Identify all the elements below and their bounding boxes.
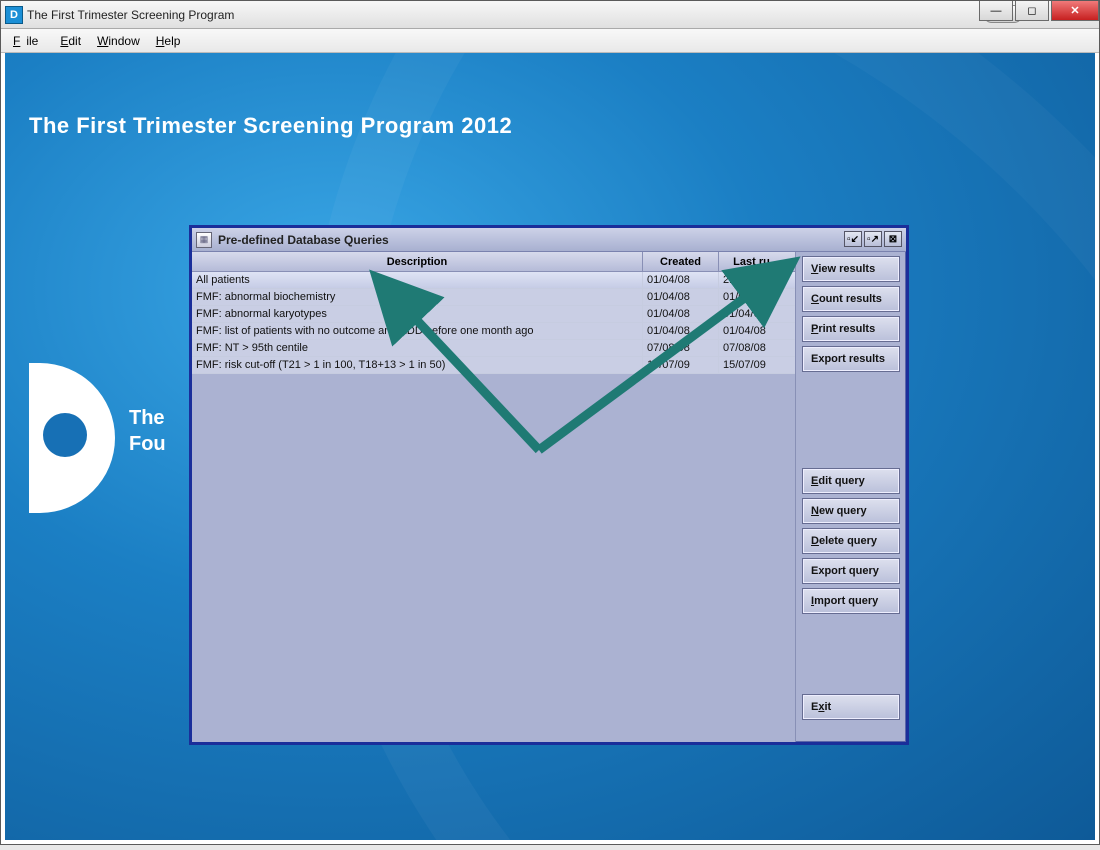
outer-titlebar: D The First Trimester Screening Program …	[1, 1, 1099, 29]
logo-text: The Fou	[129, 405, 166, 457]
cell-created: 01/04/08	[643, 323, 719, 339]
inner-close-icon[interactable]: ⊠	[884, 231, 902, 247]
minimize-button[interactable]: —	[979, 1, 1013, 21]
inner-window-icon: ▦	[196, 232, 212, 248]
cell-created: 01/04/08	[643, 289, 719, 305]
new-query-button[interactable]: New query	[802, 498, 900, 524]
col-created[interactable]: Created	[643, 252, 719, 271]
cell-description: FMF: NT > 95th centile	[192, 340, 643, 356]
close-button[interactable]: ✕	[1051, 1, 1099, 21]
logo-text-line2: Fou	[129, 431, 166, 457]
inner-window-title: Pre-defined Database Queries	[218, 233, 389, 247]
export-results-button[interactable]: Export results	[802, 346, 900, 372]
cell-description: FMF: list of patients with no outcome an…	[192, 323, 643, 339]
table-row[interactable]: FMF: NT > 95th centile07/08/0807/08/08	[192, 340, 795, 357]
table-header: Description Created Last ru…	[192, 252, 795, 272]
inner-body: Description Created Last ru… All patient…	[192, 252, 906, 742]
logo: The Fou	[29, 363, 115, 513]
table-row[interactable]: FMF: abnormal karyotypes01/04/0801/04/08	[192, 306, 795, 323]
table-row[interactable]: All patients01/04/0821/05/15	[192, 272, 795, 289]
inner-maximize-icon[interactable]: ▫↗	[864, 231, 882, 247]
window-controls: — ◻ ✕	[979, 1, 1099, 21]
table-row[interactable]: FMF: risk cut-off (T21 > 1 in 100, T18+1…	[192, 357, 795, 374]
inner-window-controls: ▫↙ ▫↗ ⊠	[844, 231, 902, 247]
print-results-button[interactable]: Print results	[802, 316, 900, 342]
count-results-button[interactable]: Count results	[802, 286, 900, 312]
table-body: All patients01/04/0821/05/15FMF: abnorma…	[192, 272, 795, 374]
window-title: The First Trimester Screening Program	[27, 8, 234, 22]
cell-last-run: 01/04/08	[719, 289, 795, 305]
inner-minimize-icon[interactable]: ▫↙	[844, 231, 862, 247]
edit-query-button[interactable]: Edit query	[802, 468, 900, 494]
button-column: View results Count results Print results…	[796, 252, 906, 742]
cell-description: FMF: risk cut-off (T21 > 1 in 100, T18+1…	[192, 357, 643, 373]
logo-text-line1: The	[129, 405, 166, 431]
menu-window[interactable]: Window	[91, 32, 146, 50]
menu-edit[interactable]: Edit	[54, 32, 87, 50]
table-row[interactable]: FMF: abnormal biochemistry01/04/0801/04/…	[192, 289, 795, 306]
application-window: D The First Trimester Screening Program …	[0, 0, 1100, 845]
cell-last-run: 21/05/15	[719, 272, 795, 288]
cell-created: 07/08/08	[643, 340, 719, 356]
delete-query-button[interactable]: Delete query	[802, 528, 900, 554]
cell-last-run: 15/07/09	[719, 357, 795, 373]
page-title: The First Trimester Screening Program 20…	[29, 113, 512, 139]
app-icon: D	[5, 6, 23, 24]
cell-created: 01/04/08	[643, 306, 719, 322]
cell-description: FMF: abnormal karyotypes	[192, 306, 643, 322]
cell-description: All patients	[192, 272, 643, 288]
logo-icon	[29, 363, 115, 513]
cell-description: FMF: abnormal biochemistry	[192, 289, 643, 305]
menubar: File Edit Window Help	[1, 29, 1099, 53]
client-area: The First Trimester Screening Program 20…	[5, 53, 1095, 840]
export-query-button[interactable]: Export query	[802, 558, 900, 584]
menu-help[interactable]: Help	[150, 32, 187, 50]
cell-last-run: 07/08/08	[719, 340, 795, 356]
table-row[interactable]: FMF: list of patients with no outcome an…	[192, 323, 795, 340]
queries-window: ▦ Pre-defined Database Queries ▫↙ ▫↗ ⊠ D…	[189, 225, 909, 745]
col-description[interactable]: Description	[192, 252, 643, 271]
cell-last-run: 01/04/08	[719, 323, 795, 339]
cell-created: 01/04/08	[643, 272, 719, 288]
menu-file[interactable]: File	[7, 32, 50, 50]
view-results-button[interactable]: View results	[802, 256, 900, 282]
cell-last-run: 01/04/08	[719, 306, 795, 322]
maximize-button[interactable]: ◻	[1015, 1, 1049, 21]
annotation-arrows	[189, 225, 909, 745]
col-last-run[interactable]: Last ru…	[719, 252, 795, 271]
cell-created: 15/07/09	[643, 357, 719, 373]
inner-titlebar: ▦ Pre-defined Database Queries ▫↙ ▫↗ ⊠	[192, 228, 906, 252]
import-query-button[interactable]: Import query	[802, 588, 900, 614]
query-table: Description Created Last ru… All patient…	[192, 252, 796, 742]
exit-button[interactable]: Exit	[802, 694, 900, 720]
